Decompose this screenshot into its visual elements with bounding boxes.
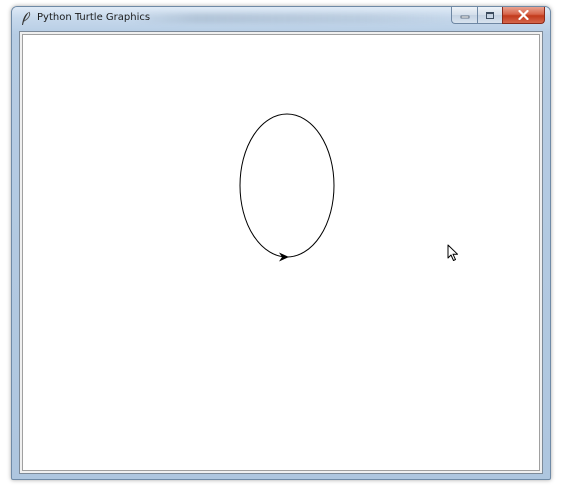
minimize-button[interactable] — [451, 7, 477, 24]
minimize-icon — [460, 15, 469, 19]
feather-icon[interactable] — [19, 11, 33, 27]
close-button[interactable] — [502, 7, 545, 24]
maximize-button[interactable] — [477, 7, 502, 24]
titlebar-glass-blur — [132, 13, 462, 23]
turtle-canvas[interactable] — [22, 34, 540, 471]
title-bar[interactable]: Python Turtle Graphics — [12, 7, 550, 31]
caption-buttons — [451, 7, 545, 25]
mouse-pointer-icon — [447, 244, 458, 261]
maximize-icon — [486, 11, 494, 19]
arrow-turtle-icon — [279, 252, 289, 262]
drawn-ellipse — [239, 113, 335, 258]
close-icon — [518, 10, 529, 20]
window-title: Python Turtle Graphics — [37, 12, 151, 23]
turtle-window[interactable]: Python Turtle Graphics — [11, 6, 551, 480]
turtle-drawing — [239, 113, 335, 262]
window-client-area — [19, 31, 543, 474]
